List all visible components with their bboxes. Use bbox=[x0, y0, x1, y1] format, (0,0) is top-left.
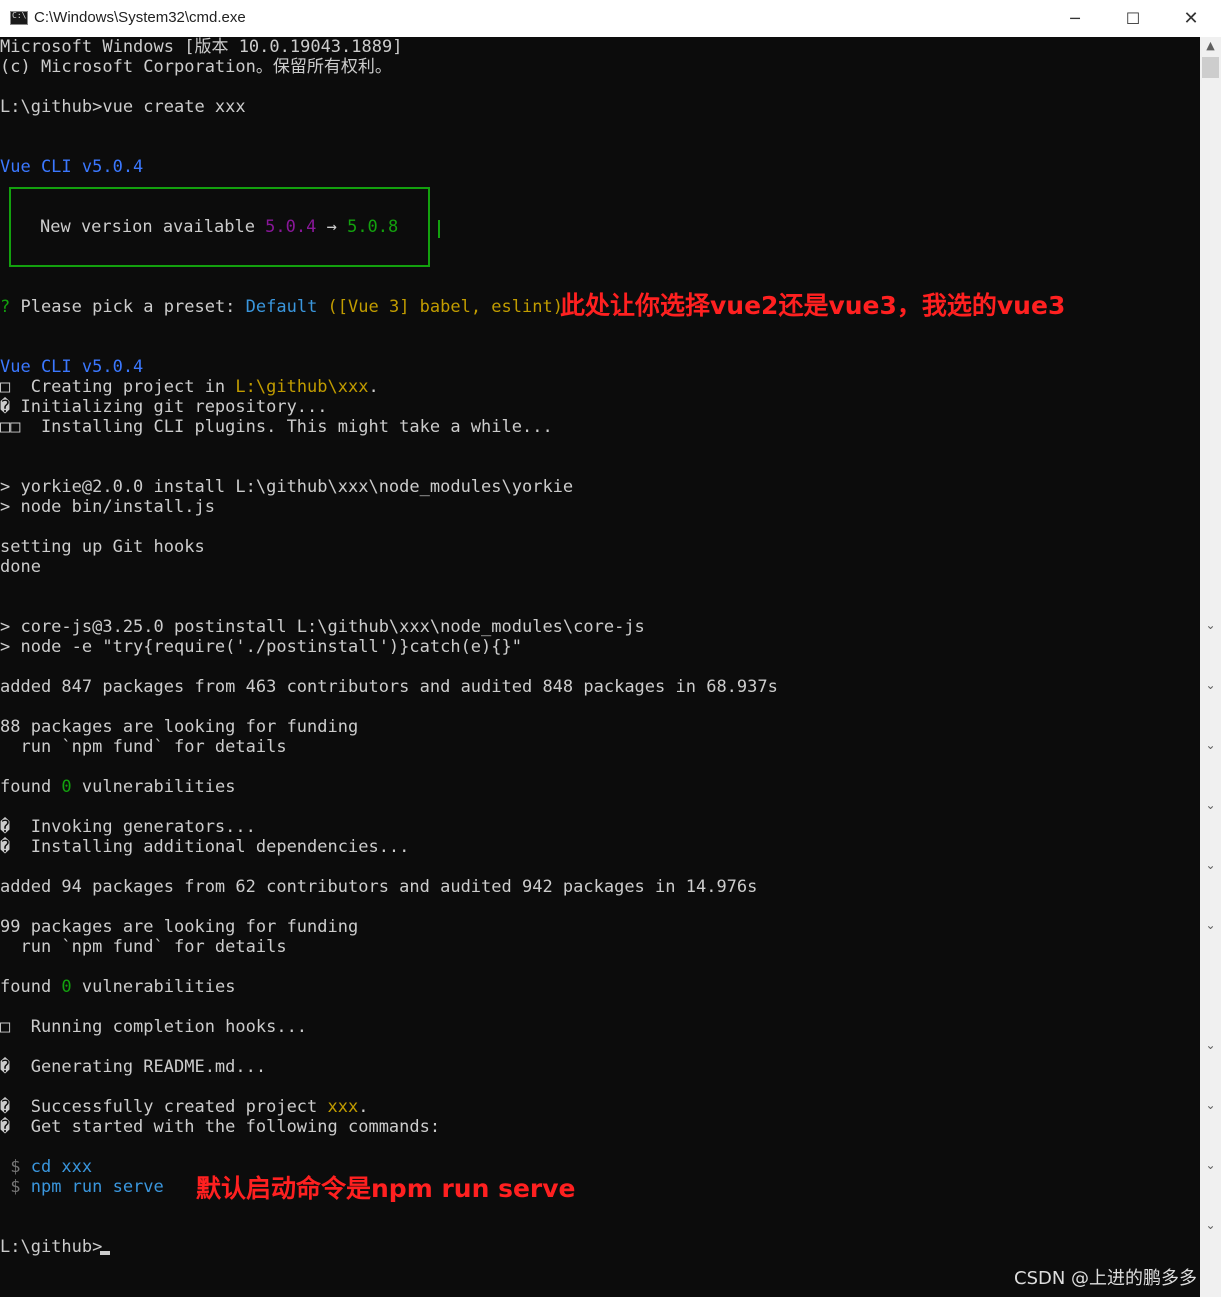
scrollbar-thumb[interactable] bbox=[1202, 57, 1219, 78]
csdn-watermark: CSDN @上进的鹏多多 bbox=[1014, 1268, 1198, 1289]
completion-hooks-line: □ Running completion hooks... bbox=[0, 1017, 308, 1037]
funding-line-1: 88 packages are looking for funding bbox=[0, 717, 359, 737]
final-prompt-line[interactable]: L:\github> bbox=[0, 1237, 102, 1257]
funding-line-2: 99 packages are looking for funding bbox=[0, 917, 359, 937]
project-name: xxx bbox=[327, 1097, 359, 1117]
command-serve-line: $ npm run serve bbox=[0, 1177, 164, 1197]
latest-version: 5.0.8 bbox=[347, 217, 399, 237]
command-line-vue-create: L:\github>vue create xxx bbox=[0, 97, 246, 117]
found-suffix: vulnerabilities bbox=[71, 777, 236, 797]
done-line: done bbox=[0, 557, 41, 577]
scroll-down-arrow-icon[interactable]: ⌄ bbox=[1200, 735, 1221, 755]
success-line: � Successfully created project xxx. bbox=[0, 1097, 368, 1117]
banner-version-line: Microsoft Windows [版本 10.0.19043.1889] bbox=[0, 37, 403, 57]
scroll-down-arrow-icon[interactable]: ⌄ bbox=[1200, 1095, 1221, 1115]
preset-label: Please pick a preset: bbox=[10, 297, 246, 317]
preset-detail: ([Vue 3] babel, eslint) bbox=[317, 297, 563, 317]
cli-version-line-2: Vue CLI v5.0.4 bbox=[0, 357, 144, 377]
shell-prompt-symbol: $ bbox=[0, 1177, 31, 1197]
scroll-down-arrow-icon[interactable]: ⌄ bbox=[1200, 675, 1221, 695]
installing-deps-line: � Installing additional dependencies... bbox=[0, 837, 410, 857]
text-cursor bbox=[100, 1251, 110, 1255]
creating-project-line: □ Creating project in L:\github\xxx. bbox=[0, 377, 379, 397]
scroll-down-arrow-icon[interactable]: ⌄ bbox=[1200, 1035, 1221, 1055]
project-path: L:\github\xxx bbox=[235, 377, 369, 397]
scroll-down-arrow-icon[interactable]: ⌄ bbox=[1200, 795, 1221, 815]
invoking-generators-line: � Invoking generators... bbox=[0, 817, 256, 837]
success-prefix: � Successfully created project bbox=[0, 1097, 328, 1117]
banner-copyright-line: (c) Microsoft Corporation。保留所有权利。 bbox=[0, 57, 392, 77]
preset-value: Default bbox=[245, 297, 318, 317]
serve-annotation: 默认启动命令是npm run serve bbox=[196, 1174, 576, 1203]
shell-prompt-symbol: $ bbox=[0, 1157, 31, 1177]
success-suffix: . bbox=[358, 1097, 369, 1117]
yorkie-node-line: > node bin/install.js bbox=[0, 497, 215, 517]
update-box-edge bbox=[438, 220, 440, 238]
scroll-down-arrow-icon[interactable]: ⌄ bbox=[1200, 615, 1221, 635]
generating-readme-line: � Generating README.md... bbox=[0, 1057, 267, 1077]
window-title: C:\Windows\System32\cmd.exe bbox=[34, 9, 246, 26]
title-bar: C:\Windows\System32\cmd.exe ─ ☐ ✕ bbox=[0, 0, 1221, 37]
version-arrow: → bbox=[316, 217, 348, 237]
console-output[interactable]: Microsoft Windows [版本 10.0.19043.1889] (… bbox=[0, 37, 1200, 1297]
serve-command: npm run serve bbox=[30, 1177, 164, 1197]
npm-fund-line-2: run `npm fund` for details bbox=[0, 937, 287, 957]
vertical-scrollbar[interactable]: ▲ ⌄ ⌄ ⌄ ⌄ ⌄ ⌄ ⌄ ⌄ ⌄ ⌄ bbox=[1200, 37, 1221, 1297]
vulnerability-count: 0 bbox=[61, 777, 72, 797]
found-prefix: found bbox=[0, 977, 62, 997]
installing-plugins-line: □□ Installing CLI plugins. This might ta… bbox=[0, 417, 553, 437]
creating-prefix: □ Creating project in bbox=[0, 377, 236, 397]
minimize-button[interactable]: ─ bbox=[1046, 0, 1104, 37]
maximize-button[interactable]: ☐ bbox=[1104, 0, 1162, 37]
vulnerabilities-line-1: found 0 vulnerabilities bbox=[0, 777, 235, 797]
scroll-up-arrow-icon[interactable]: ▲ bbox=[1200, 37, 1221, 54]
preset-annotation: 此处让你选择vue2还是vue3，我选的vue3 bbox=[560, 291, 1066, 320]
update-notice-line: New version available 5.0.4 → 5.0.8 bbox=[40, 217, 398, 237]
vulnerability-count: 0 bbox=[61, 977, 72, 997]
added-packages-line-2: added 94 packages from 62 contributors a… bbox=[0, 877, 758, 897]
init-git-line: � Initializing git repository... bbox=[0, 397, 328, 417]
console-app-icon[interactable] bbox=[10, 11, 28, 25]
npm-fund-line-1: run `npm fund` for details bbox=[0, 737, 287, 757]
scroll-down-arrow-icon[interactable]: ⌄ bbox=[1200, 1215, 1221, 1235]
corejs-node-line: > node -e "try{require('./postinstall')}… bbox=[0, 637, 522, 657]
scroll-down-arrow-icon[interactable]: ⌄ bbox=[1200, 1155, 1221, 1175]
get-started-line: � Get started with the following command… bbox=[0, 1117, 441, 1137]
preset-prompt-line: ? Please pick a preset: Default ([Vue 3]… bbox=[0, 297, 563, 317]
added-packages-line-1: added 847 packages from 463 contributors… bbox=[0, 677, 778, 697]
cli-version-line: Vue CLI v5.0.4 bbox=[0, 157, 144, 177]
cd-command: cd xxx bbox=[30, 1157, 93, 1177]
command-cd-line: $ cd xxx bbox=[0, 1157, 92, 1177]
close-button[interactable]: ✕ bbox=[1162, 0, 1220, 37]
vulnerabilities-line-2: found 0 vulnerabilities bbox=[0, 977, 235, 997]
yorkie-install-line: > yorkie@2.0.0 install L:\github\xxx\nod… bbox=[0, 477, 574, 497]
git-hooks-line: setting up Git hooks bbox=[0, 537, 205, 557]
found-prefix: found bbox=[0, 777, 62, 797]
update-label: New version available bbox=[40, 217, 266, 237]
question-mark: ? bbox=[0, 297, 11, 317]
scroll-down-arrow-icon[interactable]: ⌄ bbox=[1200, 855, 1221, 875]
current-version: 5.0.4 bbox=[265, 217, 317, 237]
found-suffix: vulnerabilities bbox=[71, 977, 236, 997]
corejs-postinstall-line: > core-js@3.25.0 postinstall L:\github\x… bbox=[0, 617, 645, 637]
creating-suffix: . bbox=[368, 377, 379, 397]
scroll-down-arrow-icon[interactable]: ⌄ bbox=[1200, 915, 1221, 935]
